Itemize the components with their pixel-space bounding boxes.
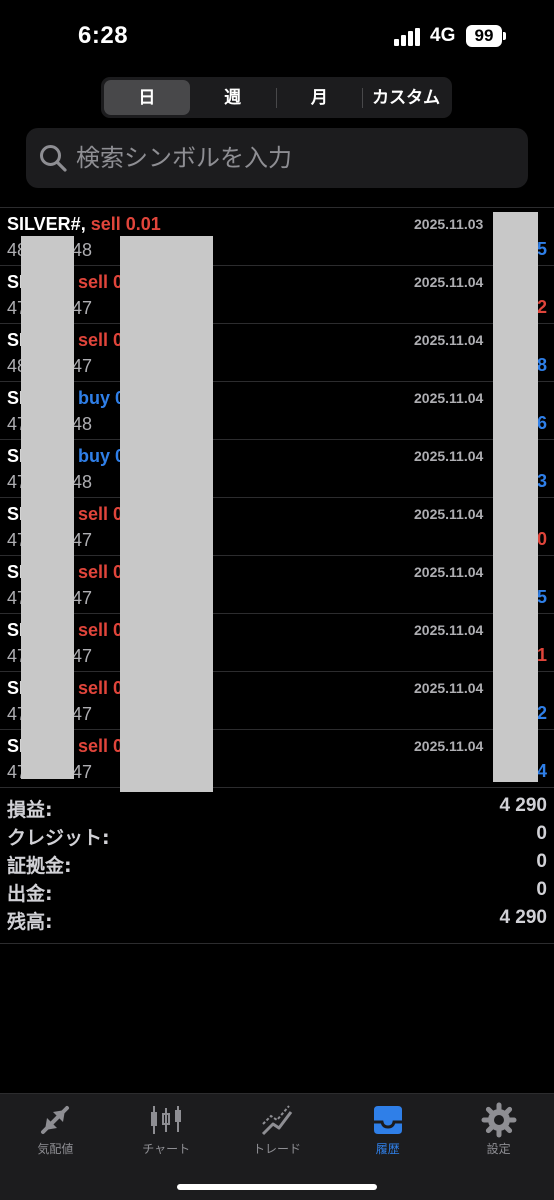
trade-side-volume: sell 0: [78, 620, 124, 640]
trade-symbol-line: SILVER#, sell 0.01: [7, 214, 161, 235]
summary-margin: 証拠金: 0: [0, 851, 554, 879]
trade-profit: 5: [536, 239, 547, 259]
tab-label: 設定: [486, 1142, 511, 1156]
history-icon: [373, 1106, 402, 1134]
summary-label: 残高:: [7, 911, 53, 933]
tab-settings[interactable]: 設定: [443, 1094, 554, 1200]
trade-history-list: SILVER#, sell 0.01 48→ 48 2025.11.030 5 …: [0, 207, 554, 788]
trade-date: 2025.11.04: [414, 332, 484, 348]
trade-date: 2025.11.04: [414, 448, 484, 464]
redaction-block-symbol: [21, 236, 74, 779]
trade-profit: 6: [536, 413, 547, 433]
trade-date: 2025.11.04: [414, 622, 484, 638]
trade-row[interactable]: SIsell 0 47→ 47 2025.11.044 2: [0, 672, 554, 730]
trade-row[interactable]: SIsell 0 47→ 47 2025.11.040 0: [0, 498, 554, 556]
network-type: 4G: [430, 25, 456, 46]
trade-side-volume: sell 0: [78, 504, 124, 524]
summary-balance: 残高: 4 290: [0, 907, 554, 935]
tab-quotes[interactable]: 気配値: [0, 1094, 111, 1200]
trade-profit: 1: [536, 645, 547, 665]
tab-week[interactable]: 週: [190, 80, 276, 115]
tab-month[interactable]: 月: [277, 80, 363, 115]
trade-side-volume: buy 0: [78, 446, 126, 466]
tab-label: トレード: [252, 1142, 301, 1156]
trade-date: 2025.11.04: [414, 390, 484, 406]
summary-credit: クレジット: 0: [0, 823, 554, 851]
home-indicator: [177, 1184, 377, 1190]
tab-day[interactable]: 日: [104, 80, 190, 115]
redaction-block-price: [120, 236, 213, 792]
summary-value: 4 290: [499, 795, 547, 816]
trade-date: 2025.11.03: [414, 216, 484, 232]
trade-row[interactable]: SIbuy 0 47→ 48 2025.11.043 3: [0, 440, 554, 498]
status-time: 6:28: [78, 22, 129, 49]
trade-date: 2025.11.04: [414, 738, 484, 754]
battery-icon: 99: [466, 25, 502, 47]
redaction-block-time: [493, 212, 538, 782]
tab-label: チャート: [142, 1142, 191, 1156]
settings-icon: [481, 1102, 517, 1138]
trade-side-volume: sell 0.01: [90, 214, 161, 234]
summary-label: 出金:: [7, 883, 53, 905]
trade-profit: 8: [536, 355, 547, 375]
trade-side-volume: sell 0: [78, 562, 124, 582]
trade-icon: [261, 1105, 293, 1136]
trade-date: 2025.11.04: [414, 564, 484, 580]
trade-symbol: SILVER#,: [7, 214, 86, 234]
trade-profit: 4: [536, 761, 547, 781]
summary-value: 0: [536, 879, 547, 900]
trade-profit: 2: [536, 703, 547, 723]
trade-side-volume: buy 0: [78, 388, 126, 408]
trade-date: 2025.11.04: [414, 680, 484, 696]
summary-withdrawal: 出金: 0: [0, 879, 554, 907]
tab-label: 履歴: [375, 1142, 400, 1156]
search-bar[interactable]: [26, 128, 528, 188]
battery-tip: [503, 32, 506, 40]
trade-side-volume: sell 0: [78, 736, 124, 756]
summary-value: 0: [536, 851, 547, 872]
trade-profit: 5: [536, 587, 547, 607]
trade-side-volume: sell 0: [78, 272, 124, 292]
tab-label: 気配値: [37, 1142, 74, 1156]
trade-row[interactable]: SIbuy 0 47→ 48 2025.11.049 6: [0, 382, 554, 440]
bottom-tab-bar: 気配値 チャート トレード 履歴 設定: [0, 1093, 554, 1200]
trade-profit: 3: [536, 471, 547, 491]
summary-label: 損益:: [7, 799, 53, 821]
trade-date: 2025.11.04: [414, 274, 484, 290]
period-segmented-control: 日 週 月 カスタム: [101, 77, 452, 118]
search-icon: [40, 145, 67, 172]
summary-profit: 損益: 4 290: [0, 795, 554, 823]
trade-profit: 2: [536, 297, 547, 317]
trade-side-volume: sell 0: [78, 330, 124, 350]
tab-custom[interactable]: カスタム: [363, 80, 449, 115]
summary-label: 証拠金:: [7, 855, 72, 877]
trade-date: 2025.11.04: [414, 506, 484, 522]
quotes-icon: [41, 1106, 70, 1134]
trade-row[interactable]: SIsell 0 47→ 47 2025.11.040 4: [0, 730, 554, 788]
trade-row[interactable]: SILVER#, sell 0.01 48→ 48 2025.11.030 5: [0, 208, 554, 266]
trade-row[interactable]: SIsell 0 47→ 47 2025.11.043 1: [0, 614, 554, 672]
trade-row[interactable]: SIsell 0 48→ 47 2025.11.044 8: [0, 324, 554, 382]
summary-value: 4 290: [499, 907, 547, 928]
status-bar: 6:28 4G 99: [0, 0, 554, 72]
summary-value: 0: [536, 823, 547, 844]
search-input[interactable]: [76, 144, 496, 172]
signal-icon: [394, 28, 422, 46]
trade-profit: 0: [536, 529, 547, 549]
chart-icon: [151, 1106, 182, 1134]
trade-row[interactable]: SIsell 0 47→ 47 2025.11.042 5: [0, 556, 554, 614]
trade-side-volume: sell 0: [78, 678, 124, 698]
account-summary: 損益: 4 290 クレジット: 0 証拠金: 0 出金: 0 残高: 4 290: [0, 795, 554, 944]
trade-row[interactable]: SIsell 0 47→ 47 2025.11.043 2: [0, 266, 554, 324]
summary-label: クレジット:: [7, 827, 110, 849]
